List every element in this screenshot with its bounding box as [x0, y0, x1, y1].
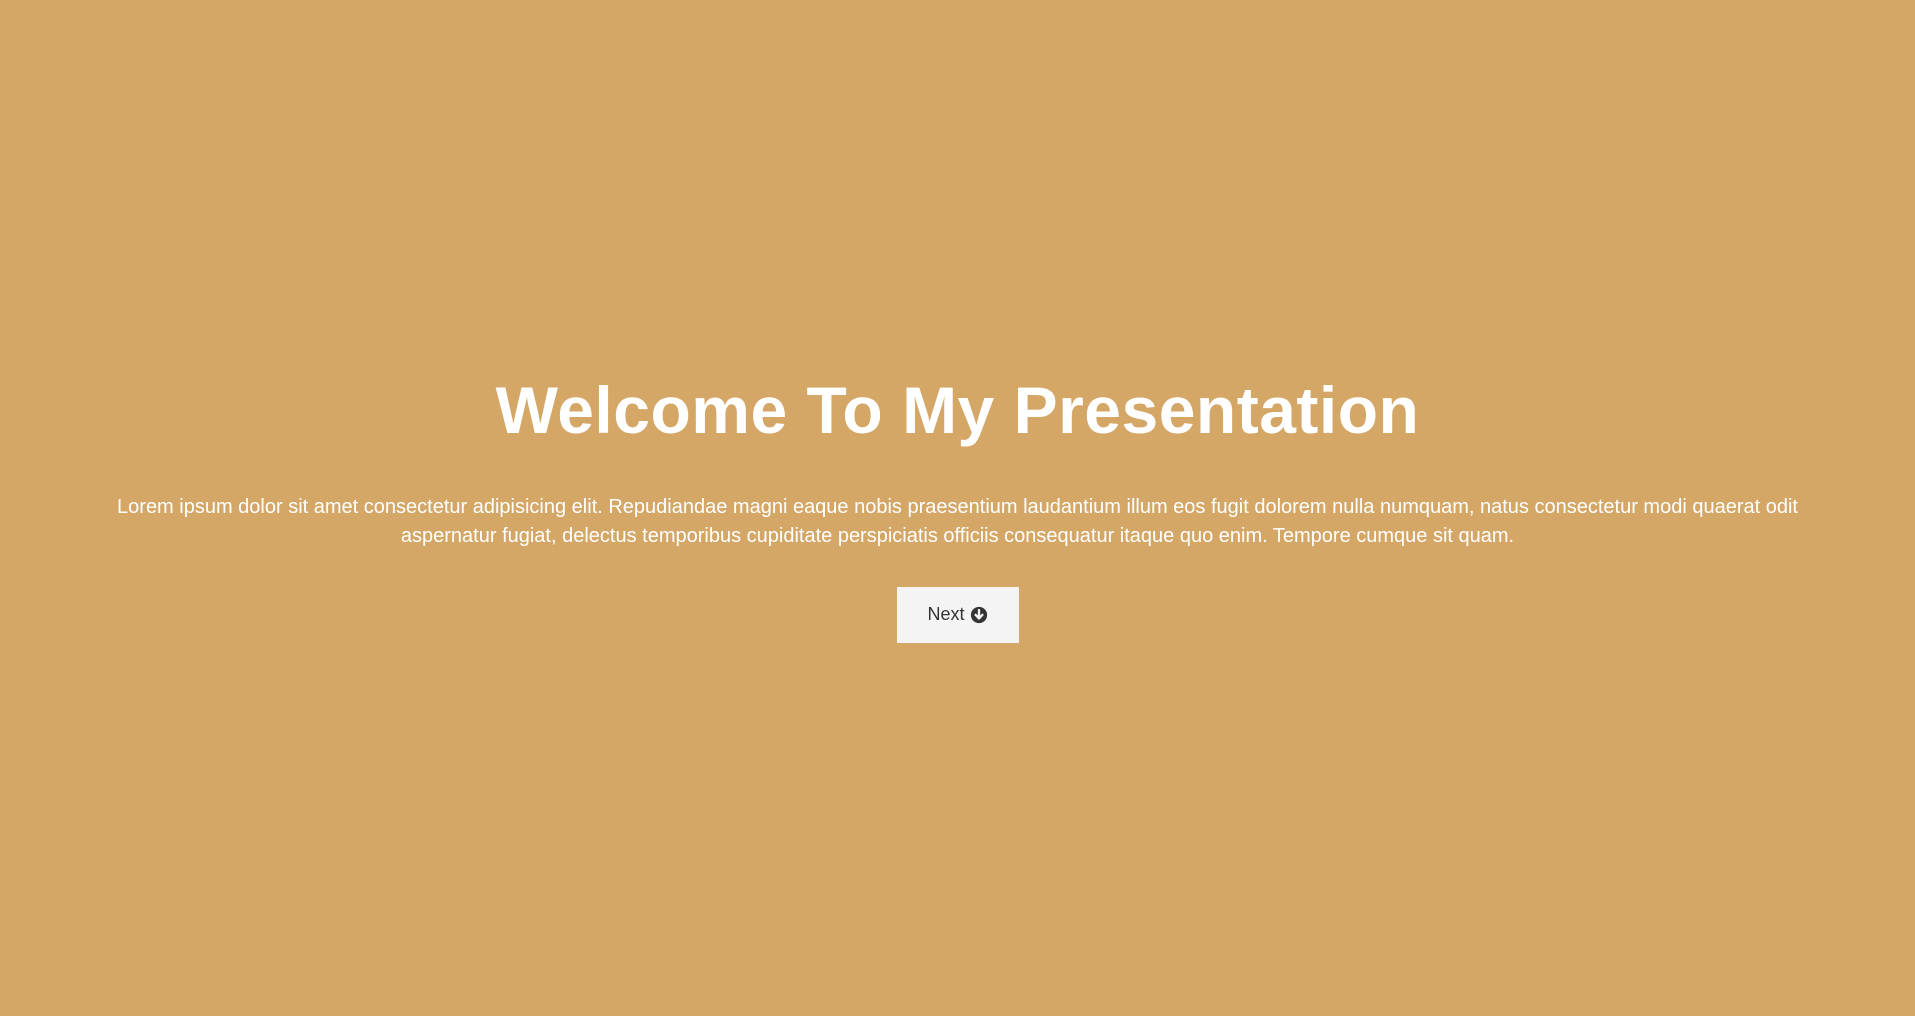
hero-section: Welcome To My Presentation Lorem ipsum d…: [0, 0, 1915, 1016]
page-title: Welcome To My Presentation: [495, 373, 1420, 448]
next-button[interactable]: Next: [896, 586, 1019, 643]
arrow-circle-down-icon: [970, 606, 988, 624]
hero-description: Lorem ipsum dolor sit amet consectetur a…: [117, 495, 1798, 547]
next-button-label: Next: [927, 604, 965, 625]
